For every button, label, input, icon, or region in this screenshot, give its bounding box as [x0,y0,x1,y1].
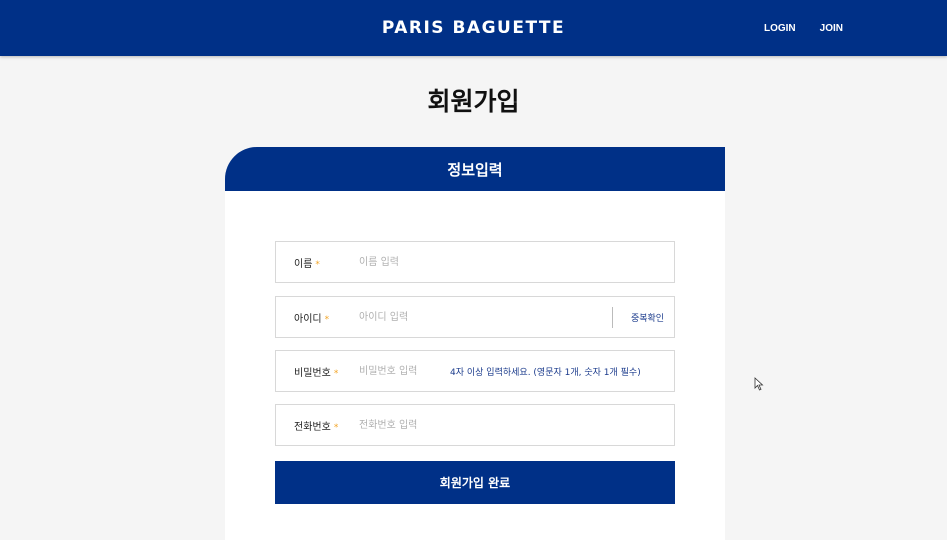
id-field-row: 아이디* 중복확인 [275,296,675,338]
password-label: 비밀번호 * [294,367,339,379]
id-label: 아이디 * [294,313,330,325]
name-input[interactable] [359,252,509,272]
phone-field-row: 전화번호 * [275,404,675,446]
header-nav: LOGIN JOIN [764,0,843,56]
required-mark: * [333,422,339,433]
phone-input[interactable] [359,415,509,435]
password-input[interactable] [359,361,444,381]
signup-submit-button[interactable]: 회원가입 완료 [275,461,675,504]
required-mark: * [315,259,320,270]
password-field-row: 비밀번호 * 4자 이상 입력하세요. (영문자 1개, 숫자 1개 필수) [275,350,675,392]
password-hint: 4자 이상 입력하세요. (영문자 1개, 숫자 1개 필수) [450,367,641,378]
required-mark: * [333,368,339,379]
login-link[interactable]: LOGIN [764,23,796,34]
mouse-pointer-icon [754,377,764,391]
name-label: 이름 * [294,258,320,270]
field-divider [612,307,613,328]
phone-label: 전화번호 * [294,421,339,433]
join-link[interactable]: JOIN [820,23,843,34]
section-header: 정보입력 [225,147,725,191]
top-navigation-bar: PARIS BAGUETTE LOGIN JOIN [0,0,947,56]
id-input[interactable] [359,307,509,327]
required-mark: * [324,314,330,325]
section-title: 정보입력 [447,160,503,179]
name-field-row: 이름 * [275,241,675,283]
duplicate-check-button[interactable]: 중복확인 [620,297,675,337]
page-title: 회원가입 [427,87,520,116]
